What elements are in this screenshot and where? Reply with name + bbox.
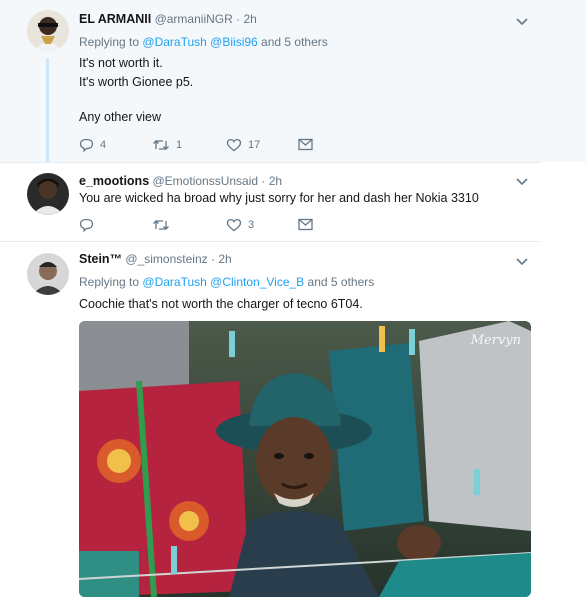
separator-dot: · bbox=[210, 252, 215, 266]
replying-prefix: Replying to bbox=[79, 275, 140, 289]
chevron-down-icon[interactable] bbox=[516, 17, 528, 27]
avatar[interactable] bbox=[27, 10, 69, 52]
like-button[interactable]: 17 bbox=[226, 138, 260, 152]
photo-illustration bbox=[79, 321, 531, 597]
reply-icon bbox=[79, 218, 94, 232]
timestamp[interactable]: 2h bbox=[269, 174, 282, 188]
photo-watermark: Mervyn bbox=[470, 333, 521, 348]
avatar[interactable] bbox=[27, 253, 69, 295]
handle[interactable]: @armaniiNGR bbox=[155, 12, 233, 26]
direct-message-button[interactable] bbox=[298, 138, 313, 151]
mention-link[interactable]: @DaraTush bbox=[142, 35, 206, 49]
like-button[interactable]: 3 bbox=[226, 218, 254, 232]
direct-message-button[interactable] bbox=[298, 218, 313, 231]
handle[interactable]: @_simonsteinz bbox=[125, 252, 207, 266]
avatar[interactable] bbox=[27, 173, 69, 215]
thread-line bbox=[46, 58, 49, 162]
mention-link[interactable]: @Clinton_Vice_B bbox=[210, 275, 304, 289]
replying-to: Replying to @DaraTush @Biisi96 and 5 oth… bbox=[79, 35, 328, 49]
mention-link[interactable]: @DaraTush bbox=[142, 275, 206, 289]
display-name[interactable]: Stein™ bbox=[79, 252, 122, 266]
separator-dot: · bbox=[236, 12, 241, 26]
and-others[interactable]: and 5 others bbox=[308, 275, 375, 289]
retweet-button[interactable]: 1 bbox=[152, 138, 182, 152]
replying-prefix: Replying to bbox=[79, 35, 140, 49]
reply-button[interactable]: 4 bbox=[79, 138, 106, 152]
replying-to: Replying to @DaraTush @Clinton_Vice_B an… bbox=[79, 275, 374, 289]
tweet-header: Stein™ @_simonsteinz · 2h bbox=[79, 252, 232, 266]
tweet-text-line: It's not worth it. bbox=[79, 56, 163, 70]
like-count: 3 bbox=[248, 219, 255, 231]
tweet-text-line: It's worth Gionee p5. bbox=[79, 75, 194, 89]
and-others[interactable]: and 5 others bbox=[261, 35, 328, 49]
chevron-down-icon[interactable] bbox=[516, 257, 528, 267]
heart-icon bbox=[226, 138, 242, 152]
reply-count: 4 bbox=[100, 139, 107, 151]
retweet-icon bbox=[153, 220, 169, 230]
reply-button[interactable] bbox=[79, 218, 100, 232]
retweet-icon bbox=[153, 140, 169, 150]
envelope-icon bbox=[298, 138, 313, 151]
tweet-header: e_mootions @EmotionssUnsaid · 2h bbox=[79, 174, 282, 188]
separator-dot: · bbox=[261, 174, 266, 188]
reply-icon bbox=[79, 138, 94, 152]
envelope-icon bbox=[298, 218, 313, 231]
heart-icon bbox=[226, 218, 242, 232]
tweet-el-armanii[interactable]: EL ARMANII @armaniiNGR · 2h Replying to … bbox=[0, 0, 586, 162]
timestamp[interactable]: 2h bbox=[218, 252, 231, 266]
like-count: 17 bbox=[248, 139, 261, 151]
tweet-e-mootions[interactable]: e_mootions @EmotionssUnsaid · 2h You are… bbox=[0, 163, 586, 241]
tweet-header: EL ARMANII @armaniiNGR · 2h bbox=[79, 12, 257, 26]
tweet-text-line: Any other view bbox=[79, 110, 161, 124]
tweet-text-line: You are wicked ha broad why just sorry f… bbox=[79, 191, 479, 205]
chevron-down-icon[interactable] bbox=[516, 177, 528, 187]
tweet-photo[interactable]: Mervyn bbox=[79, 321, 531, 597]
timestamp[interactable]: 2h bbox=[243, 12, 256, 26]
mention-link[interactable]: @Biisi96 bbox=[210, 35, 258, 49]
retweet-count: 1 bbox=[176, 139, 183, 151]
tweet-text-line: Coochie that's not worth the charger of … bbox=[79, 297, 363, 311]
display-name[interactable]: e_mootions bbox=[79, 174, 149, 188]
retweet-button[interactable] bbox=[152, 218, 176, 232]
display-name[interactable]: EL ARMANII bbox=[79, 12, 151, 26]
handle[interactable]: @EmotionssUnsaid bbox=[153, 174, 259, 188]
